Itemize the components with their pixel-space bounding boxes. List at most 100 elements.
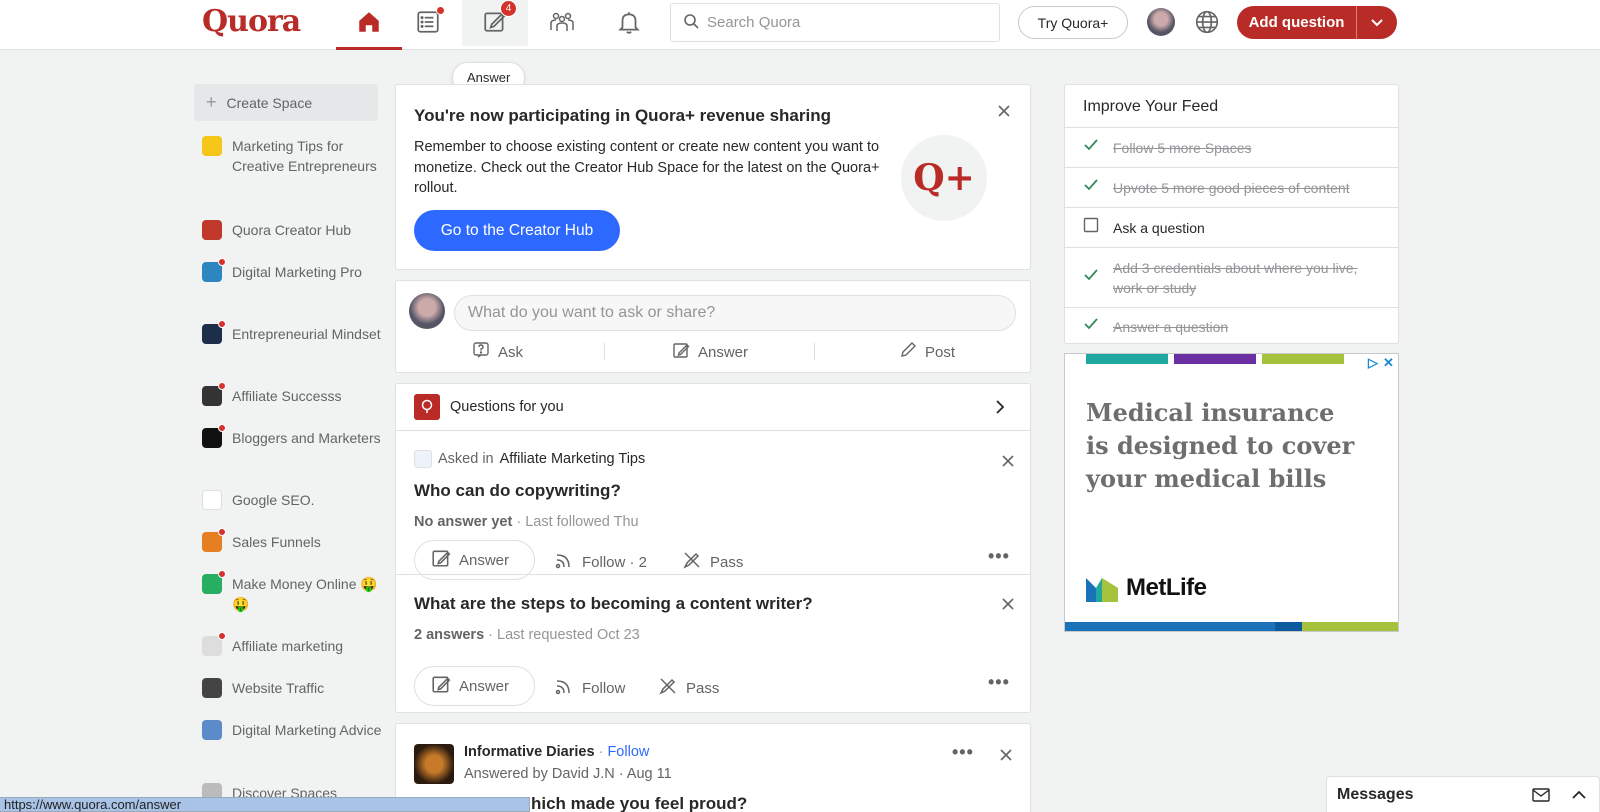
ad-choices[interactable]: ▷ ✕ [1368,355,1394,371]
improve-feed-label: Ask a question [1113,219,1205,236]
asked-in-space-link[interactable]: Affiliate Marketing Tips [500,451,646,467]
pass-icon [658,676,678,700]
pass-button[interactable]: Pass [658,676,719,700]
close-icon[interactable] [1000,453,1016,469]
pass-button[interactable]: Pass [682,550,743,574]
question-icon [472,341,490,363]
more-options-icon[interactable]: ••• [988,672,1010,693]
questions-for-you-card: Questions for you Asked in Affiliate Mar… [395,383,1031,713]
more-options-icon[interactable]: ••• [988,546,1010,567]
sidebar-space-item[interactable]: Entrepreneurial Mindset [202,320,382,344]
avatar[interactable] [1147,8,1175,36]
follow-link[interactable]: Follow [607,744,649,760]
answer-button[interactable]: Answer [672,341,748,363]
go-to-creator-hub-button[interactable]: Go to the Creator Hub [414,210,620,251]
follow-label: Follow · 2 [582,553,648,571]
post-title[interactable]: hich made you feel proud? [531,794,747,812]
notifications-nav[interactable] [596,0,662,48]
space-icon [202,678,222,698]
improve-feed-item[interactable]: Follow 5 more Spaces [1065,127,1398,167]
pass-label: Pass [686,679,720,697]
answer-status: 2 answers [414,627,485,643]
messages-label: Messages [1337,785,1414,803]
improve-feed-label: Follow 5 more Spaces [1113,139,1252,156]
new-message-icon[interactable] [1531,787,1551,808]
home-nav[interactable] [336,0,402,50]
sidebar-space-item[interactable]: Website Traffic [202,678,382,698]
ad-bottom-stripe [1302,622,1398,631]
ask-share-input[interactable]: What do you want to ask or share? [454,295,1016,331]
ad-stripe [1174,354,1256,364]
sidebar-space-item[interactable]: Digital Marketing Pro [202,258,382,282]
question-title[interactable]: Who can do copywriting? [414,481,621,501]
close-icon[interactable] [1000,596,1016,612]
language-globe-icon[interactable] [1194,9,1220,39]
space-name-link[interactable]: Informative Diaries [464,744,595,760]
divider [604,343,605,360]
check-icon [1083,177,1099,198]
chevron-down-icon[interactable] [1357,16,1397,30]
ad-headline-line: Medical insurance [1086,398,1335,427]
sidebar-item-label: Google SEO. [232,492,315,508]
messages-panel[interactable]: Messages [1326,776,1600,812]
ask-button[interactable]: Ask [472,341,523,363]
chevron-up-icon[interactable] [1571,787,1587,808]
improve-feed-item[interactable]: Add 3 credentials about where you live, … [1065,247,1398,307]
edit-pencil-icon [672,341,690,363]
quora-plus-badge: Q+ [901,135,987,221]
post-button[interactable]: Post [899,341,955,363]
space-icon [202,136,222,156]
sidebar-space-item[interactable]: Google SEO. [202,490,382,510]
ad-close-icon[interactable]: ✕ [1383,355,1394,371]
unread-dot [218,320,226,328]
sidebar-item-label: Entrepreneurial Mindset [232,326,381,342]
improve-feed-label: Upvote 5 more good pieces of content [1113,179,1350,196]
unread-dot [218,570,226,578]
unread-dot [218,258,226,266]
sidebar-space-item[interactable]: Digital Marketing Advice [202,720,382,740]
sidebar-space-item[interactable]: Marketing Tips for Creative Entrepreneur… [202,136,382,176]
follow-button[interactable]: Follow · 2 [554,550,647,574]
sidebar-space-item[interactable]: Affiliate Successs [202,382,382,406]
search-input[interactable]: Search Quora [670,3,1000,42]
space-avatar[interactable] [414,744,454,784]
sidebar-space-item[interactable]: Quora Creator Hub [202,220,382,240]
questions-header-label: Questions for you [450,399,564,415]
spaces-nav[interactable] [529,0,595,48]
check-icon [1083,316,1099,337]
improve-feed-item[interactable]: Ask a question [1065,207,1398,247]
question-meta: 2 answers · Last requested Oct 23 [414,627,640,643]
create-space-button[interactable]: + Create Space [194,84,378,121]
improve-feed-card: Improve Your Feed Follow 5 more Spaces Up… [1064,84,1399,344]
follow-button[interactable]: Follow [554,676,625,700]
sidebar-space-item[interactable]: Sales Funnels [202,528,382,552]
following-nav[interactable] [395,0,461,48]
add-question-button[interactable]: Add question [1237,6,1397,39]
quora-logo[interactable]: Quora [202,4,301,39]
chevron-right-icon[interactable] [994,399,1006,419]
asked-in-prefix: Asked in [438,451,494,467]
sidebar-space-item[interactable]: Make Money Online 🤑🤑 [202,570,382,614]
answer-button[interactable]: Answer [414,666,535,706]
notification-dot [436,6,445,15]
ad-headline-line: is designed to cover [1086,431,1355,460]
answer-nav[interactable]: 4 [462,0,528,46]
check-icon [1083,137,1099,158]
question-title[interactable]: What are the steps to becoming a content… [414,594,813,614]
metlife-ad[interactable]: ▷ ✕ Medical insurance is designed to cove… [1064,353,1399,632]
more-options-icon[interactable]: ••• [952,742,974,763]
improve-feed-item[interactable]: Answer a question [1065,307,1398,345]
try-quora-plus-button[interactable]: Try Quora+ [1018,6,1128,39]
adchoices-play-icon: ▷ [1368,355,1378,370]
questions-header[interactable]: Questions for you [396,384,1030,431]
sidebar-space-item[interactable]: Bloggers and Marketers [202,424,382,448]
space-icon [202,382,226,406]
search-icon [683,13,699,33]
edit-pencil-icon [431,548,451,572]
post-space-line: Informative Diaries · Follow [464,744,649,760]
close-icon[interactable] [996,103,1012,119]
close-icon[interactable] [998,747,1014,763]
promo-title: You're now participating in Quora+ reven… [414,106,831,125]
sidebar-space-item[interactable]: Affiliate marketing [202,632,382,656]
improve-feed-item[interactable]: Upvote 5 more good pieces of content [1065,167,1398,207]
